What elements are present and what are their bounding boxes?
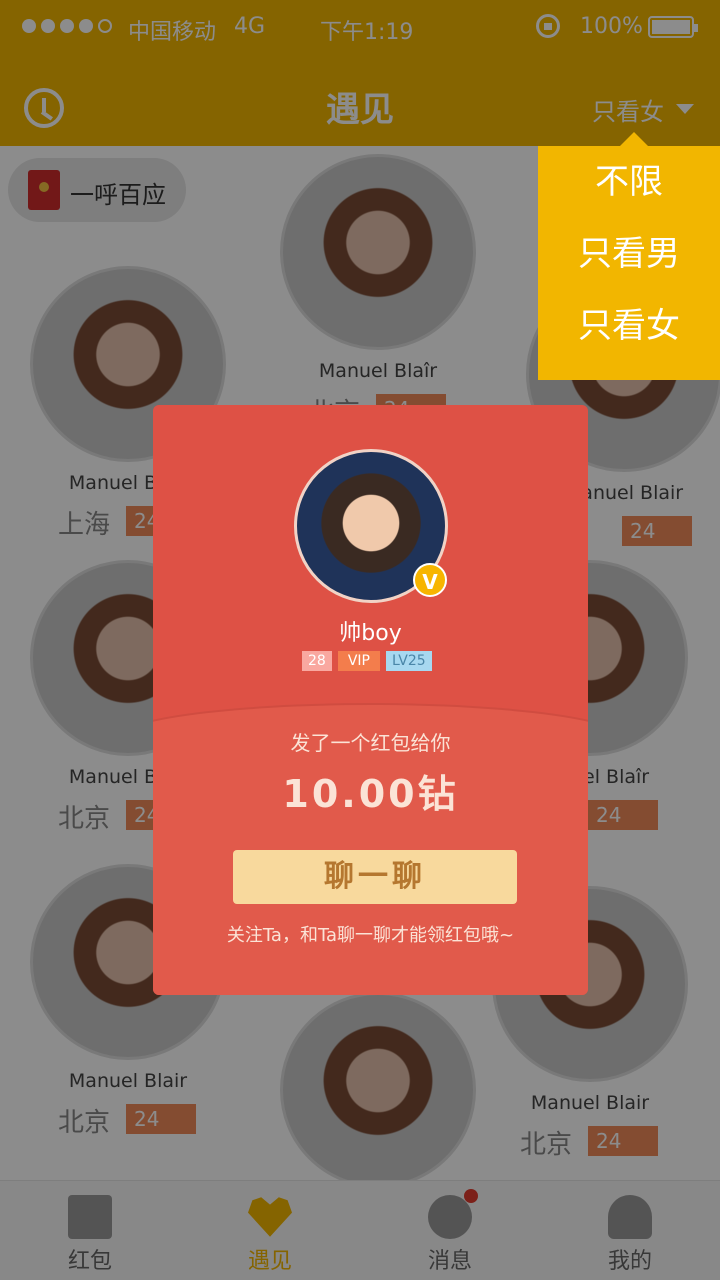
age-badge: 28 <box>302 651 332 671</box>
gender-filter-menu: 不限 只看男 只看女 <box>538 132 720 380</box>
level-badge: LV25 <box>385 651 432 671</box>
chat-button[interactable]: 聊一聊 <box>233 850 517 904</box>
sender-badges: 28 VIP LV25 <box>302 651 432 671</box>
packet-amount: 10.00钻 <box>282 772 459 816</box>
red-packet-modal: V 帅boy 28 VIP LV25 发了一个红包给你 10.00钻 聊一聊 关… <box>153 405 588 995</box>
sender-name: 帅boy <box>339 621 402 646</box>
menu-pointer <box>620 132 648 146</box>
filter-option-male[interactable]: 只看男 <box>538 218 720 290</box>
filter-option-all[interactable]: 不限 <box>538 146 720 218</box>
vip-badge: VIP <box>337 651 380 671</box>
filter-option-female[interactable]: 只看女 <box>538 290 720 362</box>
sent-message: 发了一个红包给你 <box>290 731 451 755</box>
claim-hint: 关注Ta，和Ta聊一聊才能领红包哦~ <box>226 925 515 946</box>
verified-badge: V <box>413 563 447 597</box>
